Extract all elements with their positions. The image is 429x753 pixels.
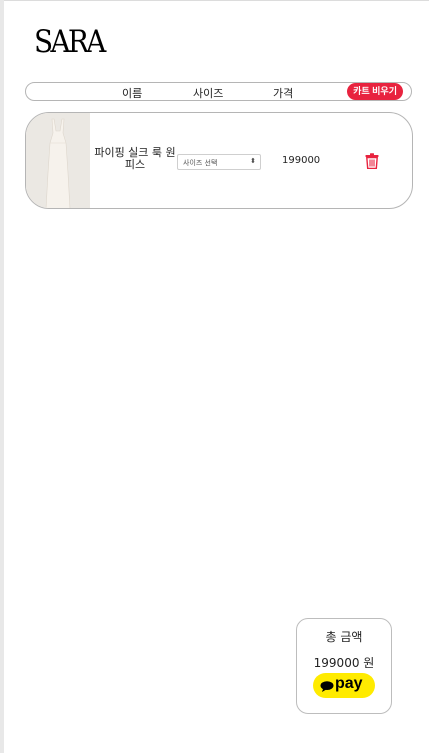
cart-item: 파이핑 실크 룩 원피스 사이즈 선택 ⬍ 199000 — [25, 112, 413, 209]
size-select[interactable]: 사이즈 선택 ⬍ — [177, 154, 261, 170]
column-header-name: 이름 — [122, 87, 143, 100]
total-label: 총 금액 — [325, 630, 363, 644]
product-name: 파이핑 실크 룩 원피스 — [94, 146, 176, 171]
order-summary: 총 금액 199000 원 pay — [296, 618, 392, 714]
clear-cart-button[interactable]: 카트 비우기 — [347, 83, 403, 100]
trash-icon[interactable] — [365, 153, 379, 170]
product-thumbnail[interactable] — [26, 113, 90, 208]
size-select-label: 사이즈 선택 — [183, 159, 218, 167]
cart-header-bar: 이름 사이즈 가격 카트 비우기 — [25, 82, 412, 101]
pay-label: pay — [335, 675, 363, 692]
speech-bubble-icon — [320, 680, 334, 695]
left-edge-bar — [0, 0, 4, 753]
column-header-size: 사이즈 — [193, 87, 224, 100]
column-header-price: 가격 — [273, 87, 294, 100]
chevron-updown-icon: ⬍ — [250, 157, 256, 165]
product-price: 199000 — [282, 155, 321, 166]
brand-logo[interactable]: SARA — [34, 24, 106, 60]
top-divider — [0, 0, 429, 1]
kakao-pay-button[interactable]: pay — [313, 673, 375, 698]
total-amount: 199000 원 — [313, 656, 375, 670]
